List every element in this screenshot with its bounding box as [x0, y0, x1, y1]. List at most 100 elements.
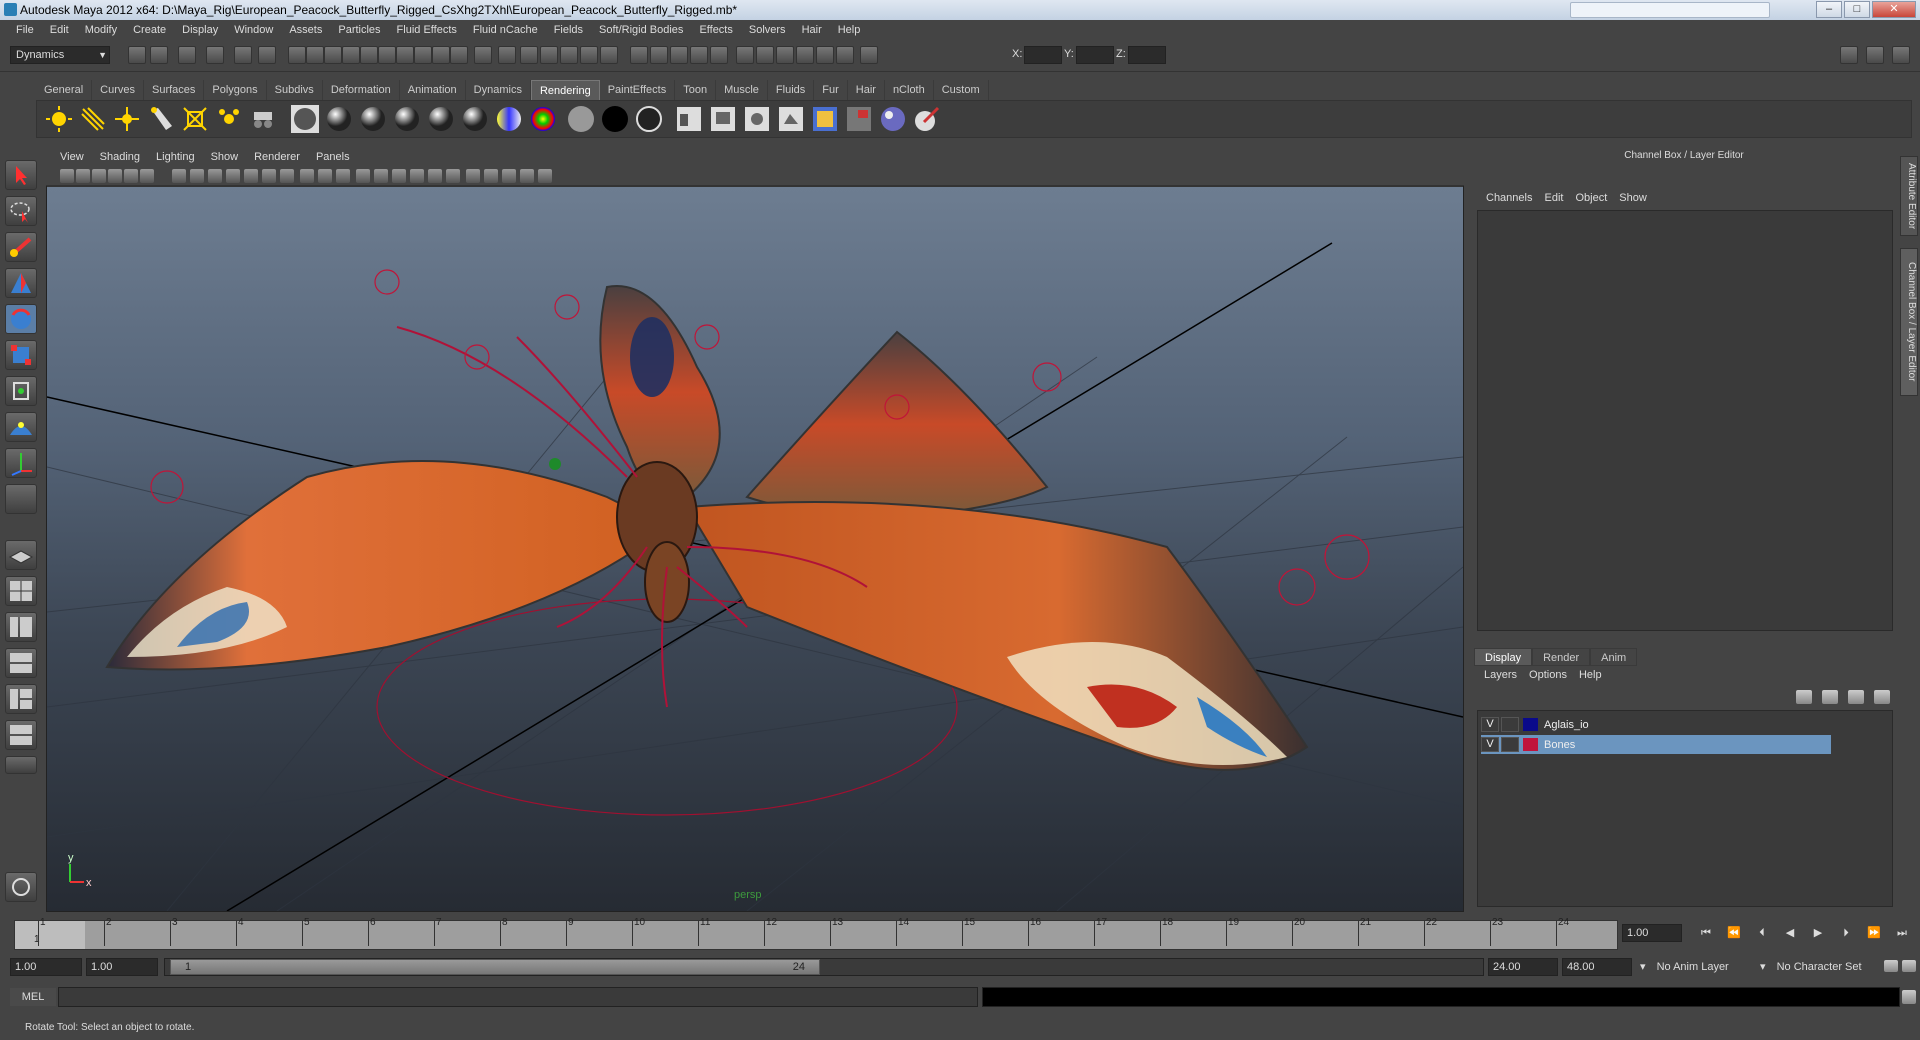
- shelf-tab-animation[interactable]: Animation: [400, 80, 466, 100]
- shelf-tab-toon[interactable]: Toon: [675, 80, 717, 100]
- viewport-tool-27-icon[interactable]: [538, 169, 552, 183]
- layer-menu-layers[interactable]: Layers: [1478, 666, 1523, 684]
- layer-tab-display[interactable]: Display: [1474, 648, 1533, 666]
- status-tool-13-icon[interactable]: [396, 46, 414, 64]
- tab-channel-box-layer-editor[interactable]: Channel Box / Layer Editor: [1900, 248, 1918, 396]
- current-frame-field[interactable]: 1.00: [1622, 924, 1682, 942]
- status-tool-5-icon[interactable]: [234, 46, 252, 64]
- step-forward-key-button[interactable]: ⏩: [1864, 924, 1884, 942]
- panel-toggle-1-icon[interactable]: [1840, 46, 1858, 64]
- status-tool-21-icon[interactable]: [560, 46, 578, 64]
- status-tool-14-icon[interactable]: [414, 46, 432, 64]
- key-icon[interactable]: [1884, 960, 1898, 972]
- menu-display[interactable]: Display: [174, 20, 226, 40]
- menu-window[interactable]: Window: [226, 20, 281, 40]
- menu-fluid-ncache[interactable]: Fluid nCache: [465, 20, 546, 40]
- viewport-tool-17-icon[interactable]: [356, 169, 370, 183]
- shelf-tab-custom[interactable]: Custom: [934, 80, 989, 100]
- point-light-icon[interactable]: [112, 104, 142, 134]
- shading-map-icon[interactable]: [634, 104, 664, 134]
- lambert-material-icon[interactable]: [324, 104, 354, 134]
- status-tool-20-icon[interactable]: [540, 46, 558, 64]
- layer-row-aglais-io[interactable]: V Aglais_io: [1481, 715, 1831, 734]
- phong-material-icon[interactable]: [392, 104, 422, 134]
- viewport-tool-26-icon[interactable]: [520, 169, 534, 183]
- menu-set-dropdown[interactable]: Dynamics ▼: [10, 46, 110, 64]
- menu-solvers[interactable]: Solvers: [741, 20, 794, 40]
- current-time-marker[interactable]: [15, 921, 85, 949]
- status-tool-29-icon[interactable]: [736, 46, 754, 64]
- move-layer-down-icon[interactable]: [1874, 690, 1890, 704]
- status-tool-25-icon[interactable]: [650, 46, 668, 64]
- close-button[interactable]: ✕: [1872, 1, 1916, 18]
- status-tool-23-icon[interactable]: [600, 46, 618, 64]
- select-tool-icon[interactable]: [5, 160, 37, 190]
- step-back-frame-button[interactable]: ⏴: [1752, 924, 1772, 942]
- status-tool-32-icon[interactable]: [796, 46, 814, 64]
- anim-layer-dropdown[interactable]: ▾ No Anim Layer: [1640, 958, 1760, 976]
- status-tool-22-icon[interactable]: [580, 46, 598, 64]
- viewport-tool-8-icon[interactable]: [190, 169, 204, 183]
- minimize-button[interactable]: –: [1816, 1, 1842, 18]
- blinn-material-icon[interactable]: [358, 104, 388, 134]
- menu-effects[interactable]: Effects: [691, 20, 740, 40]
- viewport-tool-15-icon[interactable]: [318, 169, 332, 183]
- layer-color-swatch[interactable]: [1523, 738, 1538, 751]
- layer-menu-options[interactable]: Options: [1523, 666, 1573, 684]
- status-tool-1-icon[interactable]: [128, 46, 146, 64]
- status-tool-24-icon[interactable]: [630, 46, 648, 64]
- status-tool-26-icon[interactable]: [670, 46, 688, 64]
- move-layer-up-icon[interactable]: [1848, 690, 1864, 704]
- viewport-tool-18-icon[interactable]: [374, 169, 388, 183]
- status-tool-34-icon[interactable]: [836, 46, 854, 64]
- render-settings-icon[interactable]: [742, 104, 772, 134]
- channel-menu-edit[interactable]: Edit: [1538, 189, 1569, 207]
- status-tool-7-icon[interactable]: [288, 46, 306, 64]
- maximize-button[interactable]: □: [1844, 1, 1870, 18]
- shelf-tab-subdivs[interactable]: Subdivs: [267, 80, 323, 100]
- show-manipulator-icon[interactable]: [5, 448, 37, 478]
- menu-create[interactable]: Create: [125, 20, 174, 40]
- shelf-tab-dynamics[interactable]: Dynamics: [466, 80, 531, 100]
- playback-toggle[interactable]: [1501, 737, 1519, 752]
- title-search-field[interactable]: [1570, 2, 1770, 18]
- viewport-tool-5-icon[interactable]: [124, 169, 138, 183]
- viewport-menu-shading[interactable]: Shading: [92, 148, 148, 166]
- panel-toggle-3-icon[interactable]: [1892, 46, 1910, 64]
- playback-toggle[interactable]: [1501, 717, 1519, 732]
- channel-menu-object[interactable]: Object: [1569, 189, 1613, 207]
- start-time-field[interactable]: 1.00: [10, 958, 82, 976]
- anisotropic-material-icon[interactable]: [460, 104, 490, 134]
- go-to-start-button[interactable]: ⏮: [1696, 924, 1716, 942]
- hypershade-icon[interactable]: [674, 104, 704, 134]
- shelf-tab-hair[interactable]: Hair: [848, 80, 885, 100]
- menu-assets[interactable]: Assets: [281, 20, 330, 40]
- status-tool-16-icon[interactable]: [450, 46, 468, 64]
- layered-shader-icon[interactable]: [528, 104, 558, 134]
- directional-light-icon[interactable]: [78, 104, 108, 134]
- render-view-icon[interactable]: [708, 104, 738, 134]
- shelf-tab-general[interactable]: General: [36, 80, 93, 100]
- panel-toggle-2-icon[interactable]: [1866, 46, 1884, 64]
- status-tool-12-icon[interactable]: [378, 46, 396, 64]
- status-tool-3-icon[interactable]: [178, 46, 196, 64]
- layer-tab-anim[interactable]: Anim: [1590, 648, 1638, 666]
- tab-attribute-editor[interactable]: Attribute Editor: [1900, 156, 1918, 236]
- playback-end-field[interactable]: 24.00: [1488, 958, 1558, 976]
- step-back-key-button[interactable]: ⏪: [1724, 924, 1744, 942]
- channel-box-body[interactable]: [1477, 210, 1893, 631]
- layer-row-bones[interactable]: V Bones: [1481, 735, 1831, 754]
- status-tool-18-icon[interactable]: [498, 46, 516, 64]
- menu-edit[interactable]: Edit: [42, 20, 77, 40]
- status-tool-4-icon[interactable]: [206, 46, 224, 64]
- lasso-tool-icon[interactable]: [5, 196, 37, 226]
- status-tool-35-icon[interactable]: [860, 46, 878, 64]
- script-editor-icon[interactable]: [5, 872, 37, 902]
- paint-select-tool-icon[interactable]: [5, 232, 37, 262]
- channel-menu-show[interactable]: Show: [1613, 189, 1653, 207]
- perspective-view[interactable]: [47, 187, 1463, 911]
- play-backwards-button[interactable]: ◀: [1780, 924, 1800, 942]
- more-layouts-icon[interactable]: [5, 756, 37, 774]
- viewport-tool-22-icon[interactable]: [446, 169, 460, 183]
- menu-hair[interactable]: Hair: [794, 20, 830, 40]
